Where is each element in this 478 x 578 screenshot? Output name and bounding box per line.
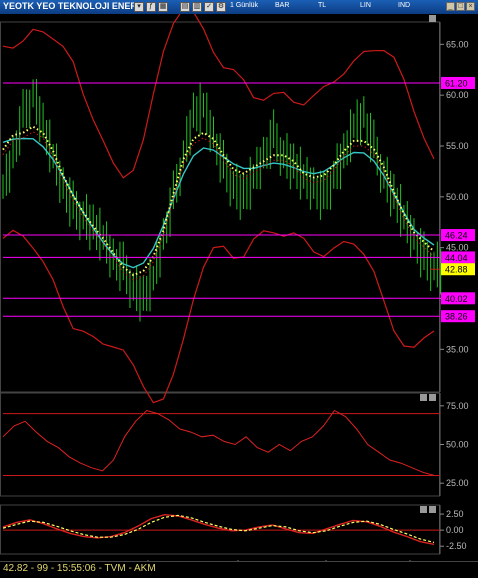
panel-close-icon[interactable] [429, 506, 436, 513]
y-tick-label: 45.00 [446, 243, 469, 253]
level-label: 46.24 [445, 231, 468, 241]
y-tick-label: 25.00 [446, 478, 469, 488]
y-tick-label: 35.00 [446, 344, 469, 354]
bar-button[interactable]: BAR [275, 2, 289, 9]
price-bars [2, 78, 442, 322]
y-tick-label: 0.00 [446, 525, 464, 535]
check-icon[interactable]: ✓ [204, 2, 214, 12]
last-price-label: 42.88 [445, 265, 468, 275]
tl-button[interactable]: TL [318, 2, 326, 9]
y-tick-label: 55.00 [446, 141, 469, 151]
panel-button-icon[interactable] [420, 394, 427, 401]
panel-frame [0, 392, 440, 497]
y-tick-label: 75.00 [446, 401, 469, 411]
y-tick-label: 65.00 [446, 39, 469, 49]
minimize-icon[interactable]: _ [446, 2, 455, 11]
y-tick-label: -2.50 [446, 541, 467, 551]
panel-button-icon[interactable] [420, 506, 427, 513]
rsi-line [2, 409, 435, 476]
formula-icon[interactable]: ƒ [146, 2, 156, 12]
lin-button[interactable]: LIN [360, 2, 371, 9]
y-tick-label: 50.00 [446, 440, 469, 450]
maximize-icon[interactable]: □ [456, 2, 465, 11]
title-bar: YEOTK YEO TEKNOLOJI ENERJI - ▾ ƒ ▦ ▤ ▥ ✓… [0, 0, 478, 14]
y-tick-label: 2.50 [446, 509, 464, 519]
window-title: YEOTK YEO TEKNOLOJI ENERJI - [3, 1, 150, 11]
settings-icon[interactable]: ⚙ [216, 2, 226, 12]
level-label: 38.26 [445, 312, 468, 322]
close-icon[interactable]: × [466, 2, 475, 11]
level-label: 40.02 [445, 294, 468, 304]
panel-close-icon[interactable] [429, 15, 436, 22]
y-tick-label: 60.00 [446, 90, 469, 100]
level-label: 44.04 [445, 253, 468, 263]
chart-area[interactable]: 65.0060.0055.0050.0045.0040.0035.0061.20… [0, 14, 478, 561]
panel-close-icon[interactable] [429, 394, 436, 401]
dropdown-icon[interactable]: ▾ [134, 2, 144, 12]
period-button[interactable]: 1 Günlük [230, 2, 258, 9]
chart-icon[interactable]: ▤ [180, 2, 190, 12]
parabolic-sar-line [2, 125, 435, 277]
ind-button[interactable]: IND [398, 2, 410, 9]
y-tick-label: 50.00 [446, 192, 469, 202]
status-text: 42.82 - 99 - 15:55:06 - TVM - AKM [3, 563, 156, 574]
level-label: 61.20 [445, 78, 468, 88]
grid-icon[interactable]: ▦ [158, 2, 168, 12]
status-bar: 42.82 - 99 - 15:55:06 - TVM - AKM [0, 561, 478, 578]
bars-icon[interactable]: ▥ [192, 2, 202, 12]
moving-average-line [2, 137, 435, 269]
